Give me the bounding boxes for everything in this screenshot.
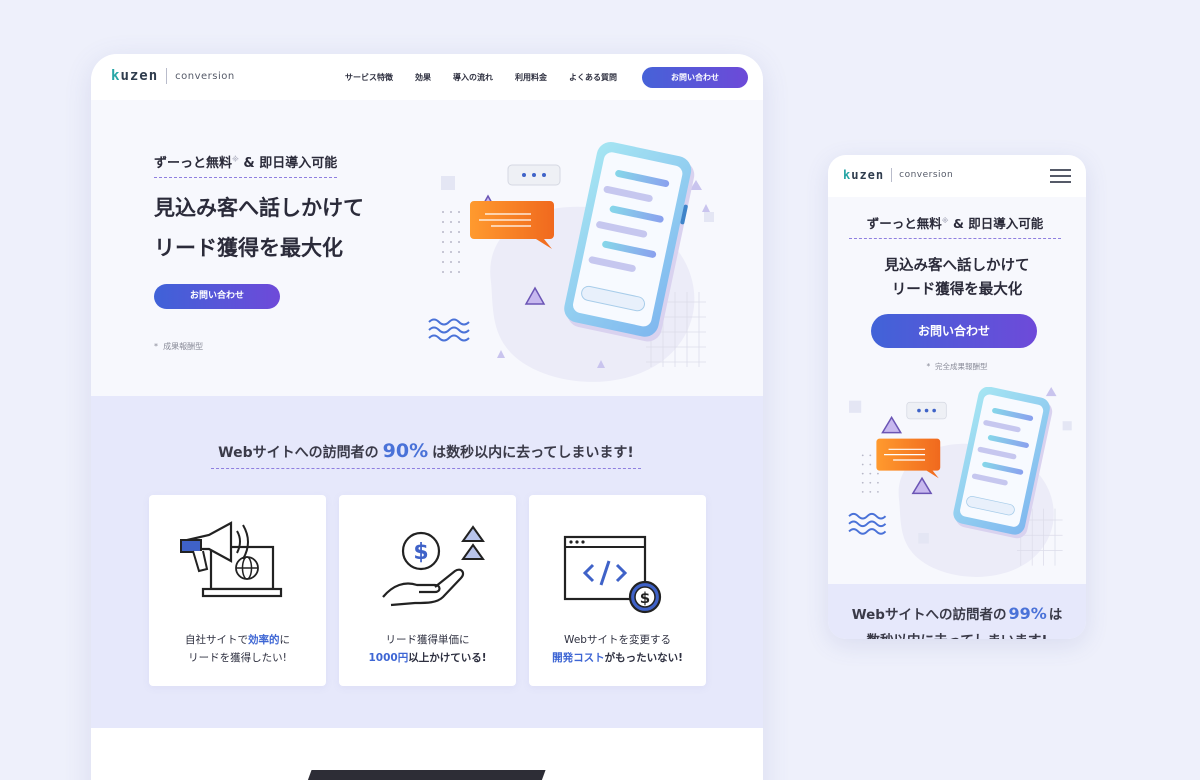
card-3-line1: Webサイトを変更する [529,632,706,647]
next-section [91,728,763,780]
logo-wordmark: kuzen [111,68,158,84]
card-2-line1-pre: リード獲得単価に [385,634,470,646]
problem-title-post: は数秒以内に去ってしまいます! [432,445,634,461]
problem-title-percent: 90% [382,440,429,462]
problem-card-1: 自社サイトで効率的に リードを獲得したい! [149,495,326,686]
card-3-line2-post: がもったいない! [604,652,683,664]
mobile-chat-phone-illustration [848,387,1072,577]
mobile-header: kuzen conversion [828,155,1086,197]
card-3-line2-highlight: 開発コスト [552,652,605,664]
mobile-problem-percent: 99% [1008,604,1047,623]
mobile-tagline-rest: & 即日導入可能 [952,216,1044,231]
card-2-line2-post: 以上かけている! [408,652,487,664]
mobile-logo-k: k [843,168,852,182]
chat-phone-illustration [428,141,714,382]
mobile-contact-button[interactable]: お問い合わせ [871,314,1037,348]
nav-item-features[interactable]: サービス特徴 [345,72,393,83]
nav-contact-button[interactable]: お問い合わせ [642,67,748,88]
card-1-line1-pre: 自社サイトで [185,634,248,646]
tagline-rest: & 即日導入可能 [243,156,338,171]
mobile-headline-line1: 見込み客へ話しかけて [884,258,1030,274]
section-title-bar [306,770,546,780]
hero-headline-line2: リード獲得を最大化 [154,236,343,260]
footnote-text: 成果報酬型 [163,342,204,351]
nav-item-pricing[interactable]: 利用料金 [515,72,547,83]
mobile-tagline-main: ずーっと無料 [866,216,942,231]
hero-headline-line1: 見込み客へ話しかけて [154,196,364,220]
mobile-logo-wordmark: kuzen [843,168,884,182]
desktop-mockup: kuzen conversion サービス特徴 効果 導入の流れ 利用料金 よく… [91,54,763,780]
desktop-header: kuzen conversion サービス特徴 効果 導入の流れ 利用料金 よく… [91,54,763,100]
problem-card-2: $ リード獲得単価に 1000円以上かけている! [339,495,516,686]
tagline-main: ずーっと無料 [154,156,233,171]
problem-section: Webサイトへの訪問者の 90% は数秒以内に去ってしまいます! 自社サイトで効率的… [91,396,763,728]
tagline-mark: ※ [232,155,239,164]
mobile-tagline-mark: ※ [941,216,949,225]
logo-subtitle: conversion [175,70,235,82]
nav-item-faq[interactable]: よくある質問 [569,72,617,83]
hero-tagline: ずーっと無料※ & 即日導入可能 [154,152,338,178]
mobile-logo-subtitle: conversion [899,170,954,180]
hero-footnote: * 成果報酬型 [154,341,203,352]
mobile-problem-post: は [1048,607,1063,623]
mobile-logo-divider [891,168,893,182]
mobile-problem-pre: Webサイトへの訪問者の [851,607,1007,623]
hamburger-menu-icon[interactable] [1050,169,1071,183]
card-2-line1: リード獲得単価に [339,632,516,647]
mobile-footnote: * 完全成果報酬型 [828,361,1086,372]
card-1-line1-highlight: 効率的 [248,634,280,646]
card-1-line2: リードを獲得したい! [149,650,326,665]
card-2-line2-highlight: 1000円 [368,652,409,664]
card-1-line1-post: に [279,634,291,646]
card-1-line2-pre: リードを獲得したい! [188,652,287,664]
problem-title-pre: Webサイトへの訪問者の [218,445,379,461]
hero-contact-button[interactable]: お問い合わせ [154,284,280,309]
mobile-problem-title-line1: Webサイトへの訪問者の 99% は [828,603,1086,623]
mobile-footnote-mark: * [926,362,931,371]
desktop-logo[interactable]: kuzen conversion [111,68,235,84]
problem-card-3: $ Webサイトを変更する 開発コストがもったいない! [529,495,706,686]
svg-text:$: $ [640,589,650,607]
card-2-line2: 1000円以上かけている! [339,650,516,665]
mobile-hero-tagline: ずーっと無料※ & 即日導入可能 [849,213,1061,239]
desktop-nav-menu: サービス特徴 効果 導入の流れ 利用料金 よくある質問 [345,72,639,83]
mobile-logo[interactable]: kuzen conversion [843,168,953,182]
svg-text:$: $ [413,540,428,565]
desktop-hero: ずーっと無料※ & 即日導入可能 見込み客へ話しかけて リード獲得を最大化 お問… [91,100,763,396]
card-1-line1: 自社サイトで効率的に [149,632,326,647]
mobile-problem-title-line2: 数秒以内に去ってしまいます! [828,629,1086,639]
mobile-headline-line2: リード獲得を最大化 [891,282,1023,298]
dollar-hand-icon: $ [382,525,485,607]
nav-item-effects[interactable]: 効果 [415,72,431,83]
nav-item-flow[interactable]: 導入の流れ [453,72,493,83]
mobile-mockup: kuzen conversion ずーっと無料※ & 即日導入可能 見込み客へ話… [828,155,1086,639]
mobile-problem-section: Webサイトへの訪問者の99%は 数秒以内に去ってしまいます! [828,584,1086,639]
logo-rest: uzen [120,68,159,84]
mobile-footnote-text: 完全成果報酬型 [935,362,988,371]
logo-divider [166,68,168,84]
card-3-line1-pre: Webサイトを変更する [564,634,671,646]
footnote-mark: * [154,342,158,351]
megaphone-laptop-icon [180,521,283,598]
mobile-logo-rest: uzen [851,168,885,182]
code-window-icon: $ [563,535,662,614]
problem-title: Webサイトへの訪問者の 90% は数秒以内に去ってしまいます! [211,440,641,469]
card-3-line2: 開発コストがもったいない! [529,650,706,665]
